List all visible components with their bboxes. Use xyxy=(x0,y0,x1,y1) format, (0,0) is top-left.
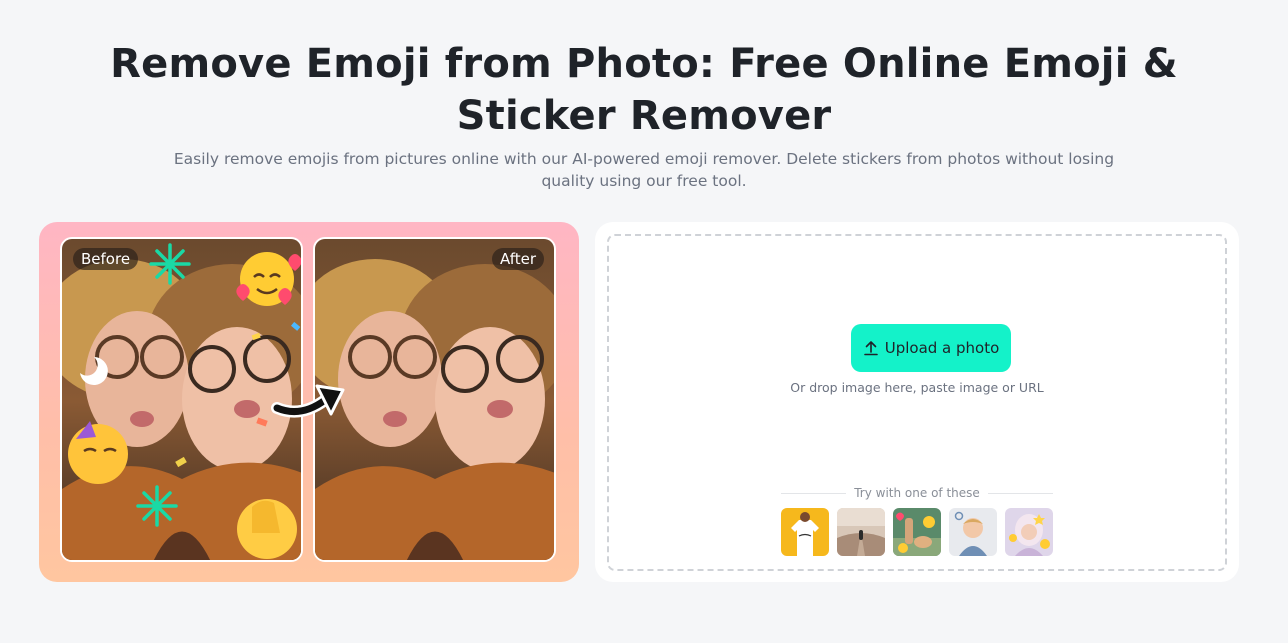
divider xyxy=(987,492,1054,494)
after-label: After xyxy=(491,248,544,270)
sample-image-road[interactable] xyxy=(837,508,885,556)
sample-image-dog-emoji[interactable] xyxy=(893,508,941,556)
arrow-right-icon xyxy=(271,384,345,418)
try-samples-header: Try with one of these xyxy=(781,486,1054,500)
before-image: Before xyxy=(60,237,303,562)
after-photo xyxy=(315,239,554,560)
drop-hint: Or drop image here, paste image or URL xyxy=(790,380,1044,395)
upload-photo-button[interactable]: Upload a photo xyxy=(851,324,1011,372)
drop-zone[interactable]: Upload a photo Or drop image here, paste… xyxy=(607,234,1227,571)
upload-photo-label: Upload a photo xyxy=(884,339,1000,357)
sample-image-child[interactable] xyxy=(949,508,997,556)
page-title: Remove Emoji from Photo: Free Online Emo… xyxy=(0,38,1288,142)
page-subtitle: Easily remove emojis from pictures onlin… xyxy=(173,150,1115,190)
upload-panel: Upload a photo Or drop image here, paste… xyxy=(595,222,1239,582)
sample-image-tshirt[interactable] xyxy=(781,508,829,556)
try-samples-label: Try with one of these xyxy=(854,486,980,500)
divider xyxy=(781,492,847,494)
before-after-demo: Before After xyxy=(39,222,579,582)
upload-icon xyxy=(863,341,878,356)
page-title-line-1: Remove Emoji from Photo: Free Online Emo… xyxy=(110,41,1178,87)
before-label: Before xyxy=(73,248,139,270)
before-photo xyxy=(62,239,301,560)
sample-image-girl-emoji[interactable] xyxy=(1005,508,1053,556)
page-title-line-2: Sticker Remover xyxy=(456,93,832,139)
sample-images xyxy=(781,508,1053,556)
